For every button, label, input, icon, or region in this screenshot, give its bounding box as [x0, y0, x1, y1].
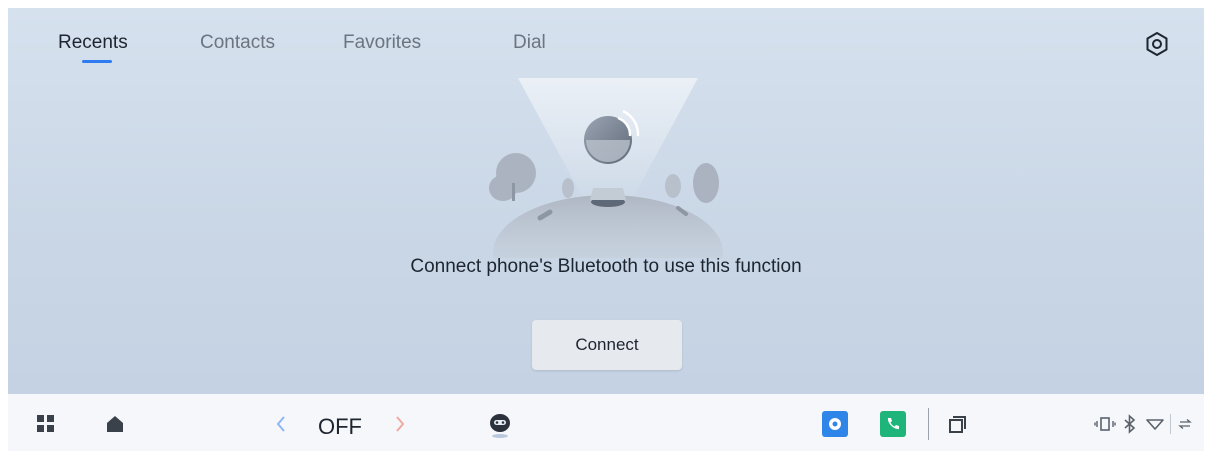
app-grid-icon: [37, 415, 54, 432]
settings-app-button[interactable]: [822, 411, 848, 437]
wifi-icon: [1146, 419, 1164, 430]
tab-recents[interactable]: Recents: [58, 32, 128, 54]
bluetooth-phone-planet-illustration: [489, 78, 723, 258]
bluetooth-status: [1122, 413, 1138, 435]
active-tab-indicator: [82, 60, 112, 63]
home-button[interactable]: [104, 413, 126, 435]
phone-icon: [880, 411, 906, 437]
app-grid-button[interactable]: [35, 413, 57, 435]
taskbar-divider: [928, 408, 929, 440]
multitask-button[interactable]: [945, 412, 969, 436]
tab-contacts[interactable]: Contacts: [200, 32, 275, 54]
climate-increase-button[interactable]: [392, 412, 408, 436]
settings-hex-icon: [1146, 32, 1168, 56]
chevron-right-icon: [396, 416, 405, 432]
bluetooth-icon: [1124, 414, 1136, 434]
data-arrows-icon: [1178, 419, 1192, 429]
chevron-left-icon: [276, 416, 285, 432]
system-taskbar: OFF: [8, 394, 1204, 451]
phone-app-window: Recents Contacts Favorites Dial Connect …: [8, 8, 1204, 394]
tab-dial[interactable]: Dial: [513, 32, 546, 54]
status-divider: [1170, 414, 1171, 434]
tab-bar: Recents Contacts Favorites Dial: [8, 8, 1204, 78]
tab-favorites[interactable]: Favorites: [343, 32, 421, 54]
assistant-button[interactable]: [486, 410, 514, 440]
climate-value: OFF: [318, 414, 362, 439]
window-switch-icon: [949, 416, 966, 433]
climate-decrease-button[interactable]: [273, 412, 289, 436]
home-icon: [107, 416, 123, 432]
wifi-status: [1145, 415, 1165, 433]
robot-assistant-icon: [490, 414, 510, 438]
settings-app-icon: [822, 411, 848, 437]
data-status: [1176, 415, 1194, 433]
vibrate-icon: [1094, 417, 1116, 431]
bluetooth-required-message: Connect phone's Bluetooth to use this fu…: [410, 256, 802, 277]
vibrate-status: [1094, 414, 1116, 434]
settings-button[interactable]: [1143, 30, 1171, 58]
connect-button[interactable]: Connect: [532, 320, 682, 370]
phone-app-button[interactable]: [880, 411, 906, 437]
